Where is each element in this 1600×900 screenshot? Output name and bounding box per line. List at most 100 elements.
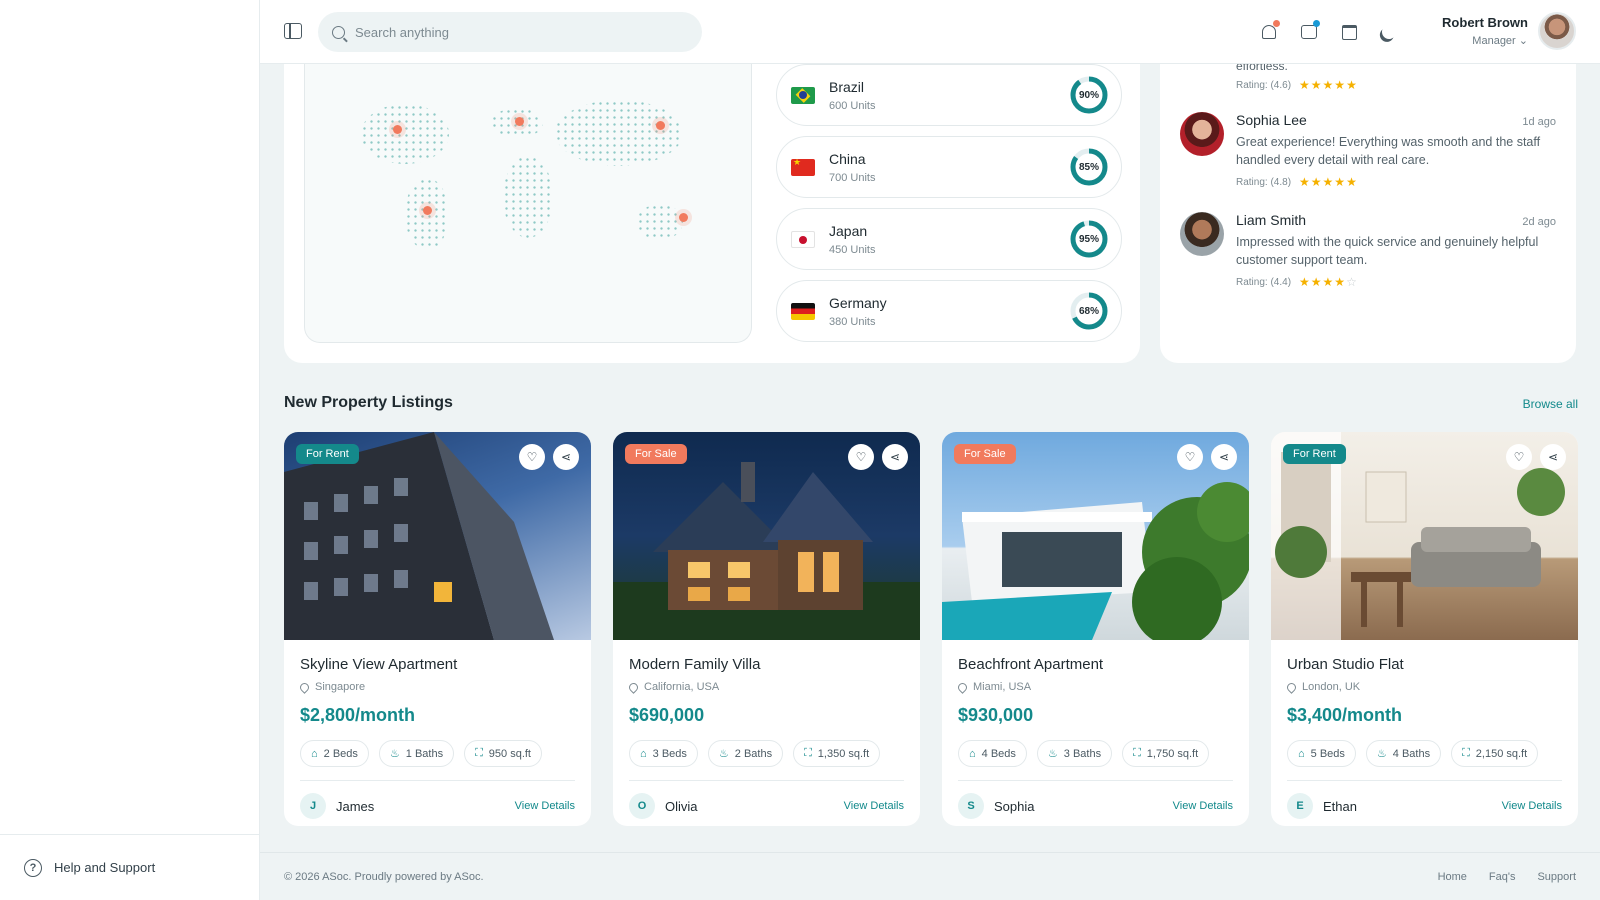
reviewer-avatar — [1180, 112, 1224, 156]
user-name: Robert Brown — [1442, 15, 1528, 30]
country-row-china[interactable]: China 700 Units 85% — [776, 136, 1122, 198]
share-button[interactable]: ⋖ — [553, 444, 579, 470]
search-bar[interactable] — [318, 12, 702, 52]
heart-icon: ♡ — [526, 450, 538, 464]
user-menu[interactable]: Robert Brown Manager ⌄ — [1442, 12, 1576, 50]
property-title[interactable]: Modern Family Villa — [629, 656, 904, 673]
share-icon: ⋖ — [1218, 450, 1230, 464]
avatar[interactable] — [1538, 12, 1576, 50]
share-button[interactable]: ⋖ — [1540, 444, 1566, 470]
listing-tag: For Rent — [296, 444, 359, 464]
country-name: Japan — [829, 222, 868, 239]
agent-name: Ethan — [1323, 798, 1357, 814]
bath-icon: ♨ — [389, 748, 400, 760]
search-icon — [332, 25, 345, 39]
reviewer-name: Sophia Lee — [1236, 112, 1307, 128]
calendar-button[interactable] — [1340, 23, 1358, 41]
progress-donut: 85% — [1069, 147, 1109, 187]
property-card[interactable]: For Rent ♡ ⋖ Urban Studio Flat London, U… — [1271, 432, 1578, 826]
view-details-link[interactable]: View Details — [844, 800, 904, 812]
notification-dot — [1273, 20, 1280, 27]
property-card[interactable]: For Rent ♡ ⋖ Skyline View Apartment Sing… — [284, 432, 591, 826]
area-chip: ⛶ 1,350 sq.ft — [793, 740, 881, 767]
notifications-button[interactable] — [1260, 20, 1280, 41]
footer-link-home[interactable]: Home — [1438, 871, 1467, 883]
heart-icon: ♡ — [1184, 450, 1196, 464]
property-card[interactable]: For Sale ♡ ⋖ Beachfront Apartment Miami,… — [942, 432, 1249, 826]
property-location: London, UK — [1285, 680, 1562, 694]
calendar-icon — [1341, 24, 1357, 40]
map-pin[interactable] — [679, 213, 688, 222]
reviews-card: effortless. Rating: (4.6) ★★★★★ Sophia L… — [1160, 64, 1576, 363]
country-row-brazil[interactable]: Brazil 600 Units 90% — [776, 64, 1122, 126]
map-pin[interactable] — [423, 206, 432, 215]
page-footer: © 2026 ASoc. Proudly powered by ASoc. Ho… — [260, 852, 1600, 900]
beds-chip: ⌂ 5 Beds — [1287, 740, 1356, 767]
location-pin-icon — [1285, 680, 1298, 694]
view-details-link[interactable]: View Details — [1502, 800, 1562, 812]
review-text: Impressed with the quick service and gen… — [1236, 235, 1539, 267]
property-location: Miami, USA — [956, 680, 1233, 694]
bath-icon: ♨ — [1376, 748, 1387, 760]
footer-link-faqs[interactable]: Faq's — [1489, 871, 1516, 883]
bed-icon: ⌂ — [1298, 747, 1305, 760]
theme-toggle-button[interactable] — [1380, 23, 1398, 41]
agent-avatar: J — [300, 793, 326, 819]
heart-icon: ♡ — [1513, 450, 1525, 464]
messages-button[interactable] — [1300, 20, 1320, 41]
property-title[interactable]: Skyline View Apartment — [300, 656, 575, 673]
map-pin[interactable] — [515, 117, 524, 126]
country-name: China — [829, 150, 866, 167]
country-units: 450 Units — [829, 243, 876, 256]
favorite-button[interactable]: ♡ — [1506, 444, 1532, 470]
star-rating: ★★★★☆ — [1299, 275, 1358, 289]
footer-link-support[interactable]: Support — [1537, 871, 1576, 883]
favorite-button[interactable]: ♡ — [848, 444, 874, 470]
property-title[interactable]: Urban Studio Flat — [1287, 656, 1562, 673]
help-icon: ? — [24, 858, 42, 877]
favorite-button[interactable]: ♡ — [1177, 444, 1203, 470]
reviewer-avatar — [1180, 212, 1224, 256]
help-and-support-link[interactable]: ? Help and Support — [0, 834, 260, 900]
property-image[interactable]: For Rent ♡ ⋖ — [1271, 432, 1578, 640]
star-rating: ★★★★★ — [1299, 78, 1358, 92]
browse-all-link[interactable]: Browse all — [1523, 397, 1578, 411]
bath-icon: ♨ — [718, 748, 729, 760]
map-pin[interactable] — [393, 125, 402, 134]
country-row-japan[interactable]: Japan 450 Units 95% — [776, 208, 1122, 270]
share-icon: ⋖ — [560, 450, 572, 464]
property-card[interactable]: For Sale ♡ ⋖ Modern Family Villa Califor… — [613, 432, 920, 826]
agent-name: Olivia — [665, 798, 698, 814]
property-title[interactable]: Beachfront Apartment — [958, 656, 1233, 673]
property-price: $930,000 — [958, 705, 1034, 725]
map-region-north-america — [361, 104, 449, 164]
area-chip: ⛶ 950 sq.ft — [464, 740, 542, 767]
property-image[interactable]: For Rent ♡ ⋖ — [284, 432, 591, 640]
listing-tag: For Sale — [954, 444, 1016, 464]
baths-chip: ♨ 2 Baths — [707, 740, 784, 767]
location-pin-icon — [627, 680, 640, 694]
property-image[interactable]: For Sale ♡ ⋖ — [942, 432, 1249, 640]
favorite-button[interactable]: ♡ — [519, 444, 545, 470]
share-button[interactable]: ⋖ — [882, 444, 908, 470]
sidebar-toggle-icon[interactable] — [284, 23, 302, 39]
copyright-text: © 2026 ASoc. Proudly powered by ASoc. — [284, 870, 484, 883]
help-label: Help and Support — [54, 860, 156, 875]
bed-icon: ⌂ — [640, 747, 647, 760]
share-icon: ⋖ — [1547, 450, 1559, 464]
progress-donut: 90% — [1069, 75, 1109, 115]
reviewer-name: Liam Smith — [1236, 212, 1307, 228]
review-item: Liam Smith 2d ago Impressed with the qui… — [1180, 212, 1556, 289]
review-item: Sophia Lee 1d ago Great experience! Ever… — [1180, 112, 1556, 189]
share-button[interactable]: ⋖ — [1211, 444, 1237, 470]
property-image[interactable]: For Sale ♡ ⋖ — [613, 432, 920, 640]
country-row-germany[interactable]: Germany 380 Units 68% — [776, 280, 1122, 342]
map-pin[interactable] — [656, 121, 665, 130]
search-input[interactable] — [355, 24, 655, 40]
property-price: $3,400/month — [1287, 705, 1403, 725]
view-details-link[interactable]: View Details — [1173, 800, 1233, 812]
user-role: Manager ⌄ — [1472, 35, 1528, 47]
listing-tag: For Rent — [1283, 444, 1346, 464]
view-details-link[interactable]: View Details — [515, 800, 575, 812]
map-region-asia — [555, 100, 683, 166]
